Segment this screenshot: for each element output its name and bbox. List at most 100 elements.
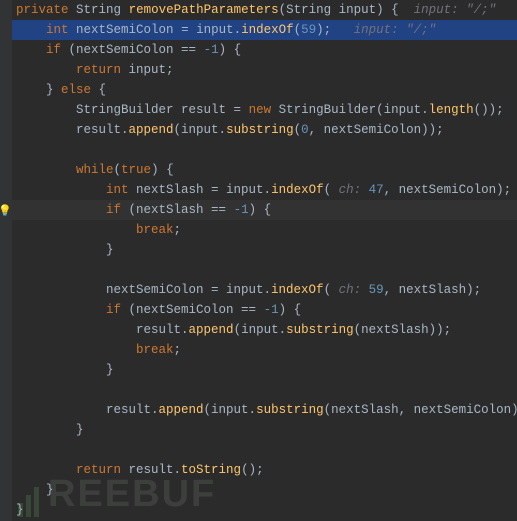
keyword-if: if [106,203,121,217]
inline-hint: input: "/;" [331,23,436,37]
code-line[interactable]: nextSemiColon = input.indexOf( ch: 59, n… [12,280,517,300]
code-line[interactable]: break; [12,220,517,240]
gutter: 💡 [0,0,12,521]
code-line[interactable]: return result.toString(); [12,460,517,480]
paren: ); [316,23,331,37]
number: -1 [204,43,219,57]
code-line[interactable]: } [12,480,517,500]
text: StringBuilder(input. [271,103,429,117]
brace: } [106,243,114,257]
code-line[interactable]: result.append(input.substring(nextSlash,… [12,400,517,420]
keyword-if: if [46,43,61,57]
text: (nextSlash)); [354,323,452,337]
paren: ( [294,123,302,137]
text: nextSlash = input. [129,183,272,197]
lightbulb-icon[interactable]: 💡 [0,204,11,218]
text: result = [174,103,249,117]
text: (input. [204,403,257,417]
paren: ( [294,23,302,37]
text: , nextSemiColon); [384,183,512,197]
code-line[interactable]: StringBuilder result = new StringBuilder… [12,100,517,120]
keyword-if: if [106,303,121,317]
method-call: indexOf [271,183,324,197]
keyword-int: int [46,23,69,37]
brace: } [106,363,114,377]
code-line[interactable]: int nextSemiColon = input.indexOf(59); i… [12,20,517,40]
code-line[interactable]: } [12,420,517,440]
code-line[interactable]: } [12,500,517,520]
code-line[interactable]: } [12,360,517,380]
code-line[interactable]: while(true) { [12,160,517,180]
paren: ( [324,283,332,297]
text: result. [136,323,189,337]
text: (nextSlash, nextSemiColon)); [324,403,517,417]
code-line[interactable] [12,440,517,460]
method-call: toString [181,463,241,477]
method-call: substring [256,403,324,417]
code-line[interactable]: if (nextSlash == -1) { [12,200,517,220]
inline-hint: input: "/;" [399,3,497,17]
paren: ( [324,183,332,197]
param-hint: ch: [331,283,369,297]
type: StringBuilder [76,103,174,117]
number: -1 [234,203,249,217]
paren: ( [114,163,122,177]
param-type: String [286,3,331,17]
text: (); [241,463,264,477]
variable: nextSemiColon [76,23,174,37]
brace: } [76,423,84,437]
code-line[interactable] [12,380,517,400]
keyword-break: break [136,343,174,357]
number: -1 [264,303,279,317]
code-line[interactable]: private String removePathParameters(Stri… [12,0,517,20]
brace: ) { [279,303,302,317]
condition: (nextSemiColon == [61,43,204,57]
condition: (nextSlash == [121,203,234,217]
text: , nextSemiColon)); [309,123,444,137]
keyword-break: break [136,223,174,237]
code-line[interactable] [12,140,517,160]
keyword-else: else [54,83,99,97]
text: (input. [174,123,227,137]
method-name: removePathParameters [129,3,279,17]
brace: } [46,483,54,497]
code-line[interactable]: int nextSlash = input.indexOf( ch: 47, n… [12,180,517,200]
param-hint: ch: [331,183,369,197]
semicolon: ; [174,343,182,357]
param-name: input [339,3,377,17]
code-line[interactable]: if (nextSemiColon == -1) { [12,40,517,60]
keyword-int: int [106,183,129,197]
method-call: append [129,123,174,137]
number: 47 [369,183,384,197]
code-line[interactable] [12,260,517,280]
text: result. [121,463,181,477]
number: 59 [369,283,384,297]
brace: } [46,83,54,97]
code-line[interactable]: result.append(input.substring(nextSlash)… [12,320,517,340]
keyword-return: return [76,63,121,77]
code-line[interactable]: return input; [12,60,517,80]
code-line[interactable]: break; [12,340,517,360]
code-line[interactable]: if (nextSemiColon == -1) { [12,300,517,320]
keyword-new: new [249,103,272,117]
code-area[interactable]: private String removePathParameters ( Stri… [12,0,517,521]
text: , nextSlash); [384,283,482,297]
code-line[interactable]: } else { [12,80,517,100]
text: result. [106,403,159,417]
text: (input. [234,323,287,337]
keyword-private: private [16,3,69,17]
code-line[interactable]: } [12,240,517,260]
method-call: length [429,103,474,117]
method-call: substring [286,323,354,337]
text: = input. [174,23,242,37]
text: ()); [474,103,504,117]
code-line[interactable]: result.append(input.substring(0, nextSem… [12,120,517,140]
condition: (nextSemiColon == [121,303,264,317]
semicolon: ; [174,223,182,237]
brace: { [99,83,107,97]
code-editor[interactable]: 💡 private String removePathParameters ( St… [0,0,517,521]
method-call: indexOf [271,283,324,297]
brace: ) { [376,3,399,17]
text: nextSemiColon = input. [106,283,271,297]
method-call: indexOf [241,23,294,37]
